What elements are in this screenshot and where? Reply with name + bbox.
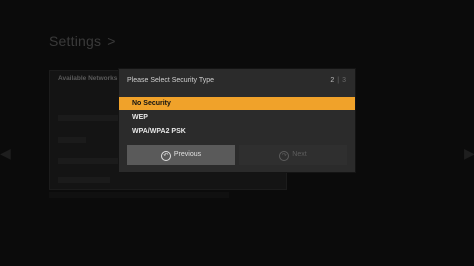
network-row <box>58 177 110 183</box>
forward-icon: ↷ <box>279 151 290 161</box>
breadcrumb-separator: > <box>107 33 116 49</box>
option-wpa-wpa2-psk[interactable]: WPA/WPA2 PSK <box>119 125 355 138</box>
right-arrow-icon: ▶ <box>464 145 474 161</box>
previous-button[interactable]: ↶ Previous <box>127 145 235 165</box>
network-row <box>58 137 86 143</box>
option-wep[interactable]: WEP <box>119 111 355 124</box>
security-type-dialog: Please Select Security Type 2 | 3 No Secur… <box>119 69 355 172</box>
network-row <box>58 158 124 164</box>
step-indicator: 2 | 3 <box>330 77 346 84</box>
previous-button-label: Previous <box>173 151 202 158</box>
settings-title-text: Settings <box>49 33 102 49</box>
network-row <box>58 115 118 121</box>
left-arrow-icon: ◀ <box>0 145 11 161</box>
background-footer <box>49 192 229 198</box>
dialog-title: Please Select Security Type <box>127 77 215 84</box>
settings-title: Settings > <box>49 33 116 49</box>
step-total: 3 <box>342 77 346 84</box>
next-button-label: Next <box>292 151 307 158</box>
next-button[interactable]: ↷ Next <box>239 145 347 165</box>
dialog-header: Please Select Security Type 2 | 3 <box>119 69 355 95</box>
step-current: 2 <box>330 77 335 84</box>
step-separator: | <box>337 77 340 84</box>
option-no-security[interactable]: No Security <box>119 97 355 110</box>
back-icon: ↶ <box>160 151 171 161</box>
available-networks-header: Available Networks <box>58 75 118 82</box>
